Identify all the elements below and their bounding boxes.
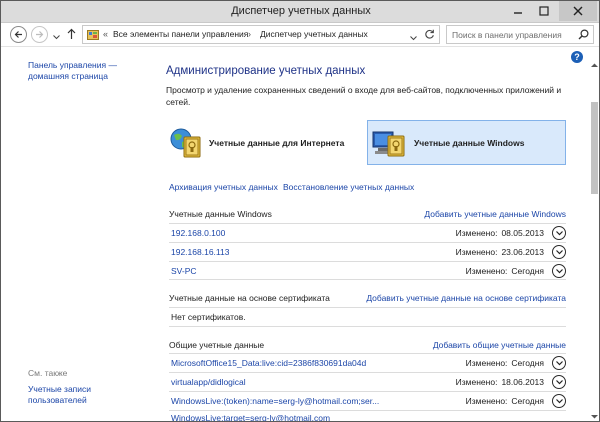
arrow-left-icon bbox=[14, 31, 22, 38]
web-credentials-tile[interactable]: Учетные данные для Интернета bbox=[169, 120, 359, 165]
windows-credentials-section: Учетные данные Windows Добавить учетные … bbox=[169, 207, 566, 223]
credential-manager-window: Диспетчер учетных данных « Все элементы … bbox=[0, 0, 600, 422]
arrow-up-icon bbox=[67, 28, 76, 39]
restore-credentials-link[interactable]: Восстановление учетных данных bbox=[283, 182, 414, 192]
changed-date: Сегодня bbox=[511, 358, 544, 368]
expand-button[interactable] bbox=[552, 394, 566, 408]
search-icon[interactable] bbox=[578, 29, 589, 40]
scroll-down-arrow-icon[interactable] bbox=[590, 414, 599, 420]
credential-name[interactable]: 192.168.16.113 bbox=[171, 247, 229, 257]
changed-date: 08.05.2013 bbox=[501, 228, 544, 238]
expand-button[interactable] bbox=[552, 375, 566, 389]
chevron-down-icon bbox=[555, 230, 563, 235]
back-button[interactable] bbox=[10, 26, 27, 43]
title-bar[interactable]: Диспетчер учетных данных bbox=[1, 1, 599, 23]
chevron-down-icon bbox=[555, 398, 563, 403]
no-certificates-text: Нет сертификатов. bbox=[171, 312, 246, 322]
changed-label: Изменено: bbox=[465, 358, 508, 368]
web-credentials-label: Учетные данные для Интернета bbox=[209, 137, 345, 148]
expand-button[interactable] bbox=[552, 245, 566, 259]
chevron-down-icon bbox=[555, 268, 563, 273]
backup-credentials-link[interactable]: Архивация учетных данных bbox=[169, 182, 278, 192]
control-panel-icon bbox=[87, 30, 99, 40]
control-panel-home-link[interactable]: Панель управления — домашняя страница bbox=[28, 60, 117, 82]
user-accounts-link[interactable]: Учетные записи пользователей bbox=[28, 384, 91, 406]
changed-label: Изменено: bbox=[465, 396, 508, 406]
breadcrumb-credential-manager[interactable]: Диспетчер учетных данных bbox=[260, 29, 368, 39]
certificate-credentials-section: Учетные данные на основе сертификата Доб… bbox=[169, 291, 566, 307]
search-input[interactable] bbox=[447, 26, 577, 43]
see-also-label: См. также bbox=[28, 368, 68, 378]
breadcrumb-separator[interactable]: › bbox=[248, 29, 251, 39]
section-title: Учетные данные Windows bbox=[169, 209, 272, 219]
recent-locations-button[interactable] bbox=[53, 32, 60, 42]
add-windows-credential-link[interactable]: Добавить учетные данные Windows bbox=[424, 209, 566, 219]
add-generic-credential-link[interactable]: Добавить общие учетные данные bbox=[433, 340, 566, 350]
address-dropdown-button[interactable] bbox=[410, 33, 417, 43]
credential-name[interactable]: SV-PC bbox=[171, 266, 197, 276]
scroll-up-arrow-icon[interactable] bbox=[590, 62, 599, 68]
web-credentials-icon bbox=[170, 128, 201, 157]
certificate-empty-row: Нет сертификатов. bbox=[169, 307, 566, 327]
changed-date: Сегодня bbox=[511, 266, 544, 276]
credential-row[interactable]: SV-PC Изменено: Сегодня bbox=[169, 261, 566, 280]
arrow-right-icon bbox=[36, 31, 44, 38]
help-icon[interactable]: ? bbox=[571, 51, 583, 63]
windows-credentials-icon bbox=[372, 131, 405, 156]
section-title: Учетные данные на основе сертификата bbox=[169, 293, 330, 303]
changed-date: 23.06.2013 bbox=[501, 247, 544, 257]
credential-row[interactable]: virtualapp/didlogical Изменено: 18.06.201… bbox=[169, 372, 566, 391]
add-certificate-credential-link[interactable]: Добавить учетные данные на основе сертиф… bbox=[366, 293, 566, 303]
changed-date: Сегодня bbox=[511, 396, 544, 406]
credential-row[interactable]: 192.168.16.113 Изменено: 23.06.2013 bbox=[169, 242, 566, 261]
page-heading: Администрирование учетных данных bbox=[166, 65, 366, 77]
expand-button[interactable] bbox=[552, 226, 566, 240]
chevron-down-icon bbox=[410, 36, 417, 41]
credential-name[interactable]: WindowsLive:target=serg-ly@hotmail.com bbox=[171, 413, 471, 421]
page-description: Просмотр и удаление сохраненных сведений… bbox=[166, 85, 562, 107]
minimize-icon bbox=[514, 12, 522, 14]
changed-label: Изменено: bbox=[455, 228, 498, 238]
chevron-down-icon bbox=[53, 35, 60, 40]
search-box[interactable] bbox=[446, 25, 594, 44]
address-bar[interactable]: « Все элементы панели управления › Диспе… bbox=[82, 25, 440, 44]
credential-name[interactable]: WindowsLive:(token):name=serg-ly@hotmail… bbox=[171, 396, 471, 406]
credential-row[interactable]: MicrosoftOffice15_Data:live:cid=2386f830… bbox=[169, 353, 566, 372]
credential-row[interactable]: WindowsLive:target=serg-ly@hotmail.com bbox=[169, 410, 566, 421]
changed-label: Изменено: bbox=[465, 266, 508, 276]
vertical-scrollbar[interactable] bbox=[589, 48, 599, 421]
maximize-icon bbox=[539, 6, 549, 16]
up-button[interactable] bbox=[67, 28, 76, 42]
close-button[interactable] bbox=[559, 1, 597, 21]
forward-button[interactable] bbox=[31, 26, 48, 43]
changed-label: Изменено: bbox=[455, 247, 498, 257]
chevron-down-icon bbox=[555, 379, 563, 384]
chevron-down-icon bbox=[555, 249, 563, 254]
credential-row[interactable]: 192.168.0.100 Изменено: 08.05.2013 bbox=[169, 223, 566, 242]
credential-name[interactable]: MicrosoftOffice15_Data:live:cid=2386f830… bbox=[171, 358, 471, 368]
minimize-button[interactable] bbox=[505, 1, 531, 21]
changed-label: Изменено: bbox=[455, 377, 498, 387]
generic-credentials-section: Общие учетные данные Добавить общие учет… bbox=[169, 338, 566, 354]
refresh-button[interactable] bbox=[424, 29, 435, 42]
windows-credentials-label: Учетные данные Windows bbox=[414, 137, 525, 148]
close-icon bbox=[573, 6, 583, 16]
breadcrumb-all-control-panel-items[interactable]: Все элементы панели управления bbox=[113, 29, 248, 39]
expand-button[interactable] bbox=[552, 264, 566, 278]
navigation-bar: « Все элементы панели управления › Диспе… bbox=[1, 23, 599, 47]
expand-button[interactable] bbox=[552, 356, 566, 370]
chevron-down-icon bbox=[555, 360, 563, 365]
credential-name[interactable]: 192.168.0.100 bbox=[171, 228, 225, 238]
refresh-icon bbox=[425, 29, 434, 39]
credential-name[interactable]: virtualapp/didlogical bbox=[171, 377, 471, 387]
changed-date: 18.06.2013 bbox=[501, 377, 544, 387]
maximize-button[interactable] bbox=[531, 1, 557, 21]
windows-credentials-tile[interactable]: Учетные данные Windows bbox=[367, 120, 566, 165]
address-overflow-chevron[interactable]: « bbox=[103, 29, 108, 39]
credential-row[interactable]: WindowsLive:(token):name=serg-ly@hotmail… bbox=[169, 391, 566, 410]
section-title: Общие учетные данные bbox=[169, 340, 265, 350]
scrollbar-thumb[interactable] bbox=[591, 102, 598, 194]
